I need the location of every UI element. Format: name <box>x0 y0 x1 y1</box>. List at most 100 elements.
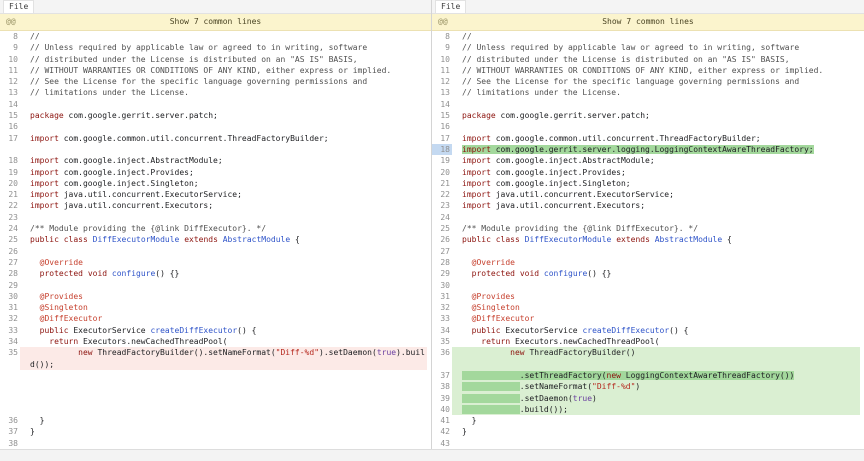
line-number[interactable]: 15 <box>0 110 20 121</box>
line-number[interactable]: 10 <box>0 54 20 65</box>
line-number[interactable]: 10 <box>432 54 452 65</box>
code-text: @DiffExecutor <box>20 313 427 324</box>
line-number[interactable]: 14 <box>432 99 452 110</box>
line-number[interactable]: 34 <box>432 325 452 336</box>
show-common-lines-button[interactable]: Show 7 common lines <box>0 14 431 30</box>
line-number[interactable]: 15 <box>432 110 452 121</box>
file-header-label[interactable]: File <box>435 0 466 13</box>
line-number[interactable]: 34 <box>0 336 20 347</box>
line-number[interactable]: 30 <box>0 291 20 302</box>
expand-context-control[interactable]: @@ Show 7 common lines <box>432 14 864 31</box>
code-line: 13// limitations under the License. <box>0 87 431 98</box>
line-number <box>0 404 20 415</box>
line-number[interactable]: 14 <box>0 99 20 110</box>
line-number[interactable]: 31 <box>432 291 452 302</box>
line-number[interactable]: 8 <box>432 31 452 42</box>
code-line: 31 @Singleton <box>0 302 431 313</box>
line-number[interactable]: 31 <box>0 302 20 313</box>
line-number[interactable]: 27 <box>432 246 452 257</box>
line-number[interactable]: 25 <box>432 223 452 234</box>
line-number[interactable]: 29 <box>432 268 452 279</box>
gutter-spacer <box>860 178 864 189</box>
line-number[interactable]: 38 <box>0 438 20 449</box>
line-number[interactable]: 28 <box>0 268 20 279</box>
code-line: 22import java.util.concurrent.Executors; <box>0 200 431 211</box>
line-number[interactable]: 16 <box>432 121 452 132</box>
line-number[interactable]: 26 <box>432 234 452 245</box>
line-number[interactable]: 12 <box>432 76 452 87</box>
line-number[interactable]: 24 <box>432 212 452 223</box>
line-number[interactable]: 32 <box>0 313 20 324</box>
line-number[interactable]: 35 <box>432 336 452 347</box>
gutter-spacer <box>427 42 431 53</box>
line-number[interactable]: 32 <box>432 302 452 313</box>
line-number[interactable]: 9 <box>0 42 20 53</box>
gutter-spacer <box>860 280 864 291</box>
code-line: 12// See the License for the specific la… <box>432 76 864 87</box>
line-number[interactable]: 41 <box>432 415 452 426</box>
line-number[interactable]: 30 <box>432 280 452 291</box>
line-number[interactable]: 17 <box>0 133 20 144</box>
line-number[interactable]: 17 <box>432 133 452 144</box>
line-number[interactable]: 40 <box>432 404 452 415</box>
line-number[interactable]: 37 <box>0 426 20 437</box>
code-text: d()); <box>20 359 427 370</box>
code-line: 30 @Provides <box>0 291 431 302</box>
line-number[interactable]: 19 <box>0 167 20 178</box>
line-number[interactable]: 36 <box>0 415 20 426</box>
line-number[interactable]: 27 <box>0 257 20 268</box>
show-common-lines-button[interactable]: Show 7 common lines <box>432 14 864 30</box>
line-number[interactable]: 24 <box>0 223 20 234</box>
line-number[interactable]: 18 <box>0 155 20 166</box>
gutter-spacer <box>860 291 864 302</box>
line-number[interactable]: 18 <box>432 144 452 155</box>
code-line: 25/** Module providing the {@link DiffEx… <box>432 223 864 234</box>
line-number[interactable]: 36 <box>432 347 452 358</box>
line-number[interactable]: 28 <box>432 257 452 268</box>
code-text: } <box>20 415 427 426</box>
line-number[interactable]: 16 <box>0 121 20 132</box>
code-line: 13// limitations under the License. <box>432 87 864 98</box>
line-number[interactable]: 8 <box>0 31 20 42</box>
code-text: import com.google.inject.AbstractModule; <box>20 155 427 166</box>
line-number[interactable]: 13 <box>0 87 20 98</box>
line-number[interactable]: 42 <box>432 426 452 437</box>
file-header-label[interactable]: File <box>3 0 34 13</box>
line-number[interactable]: 22 <box>432 189 452 200</box>
code-line: 33 @DiffExecutor <box>432 313 864 324</box>
line-number[interactable]: 11 <box>0 65 20 76</box>
gutter-spacer <box>860 31 864 42</box>
code-text: .setNameFormat("Diff-%d") <box>452 381 860 392</box>
line-number[interactable]: 23 <box>0 212 20 223</box>
line-number[interactable]: 12 <box>0 76 20 87</box>
code-text <box>20 246 427 257</box>
line-number[interactable]: 20 <box>432 167 452 178</box>
expand-context-control[interactable]: @@ Show 7 common lines <box>0 14 431 31</box>
line-number[interactable]: 43 <box>432 438 452 449</box>
line-number[interactable]: 23 <box>432 200 452 211</box>
line-number[interactable]: 20 <box>0 178 20 189</box>
code-line: 23import java.util.concurrent.Executors; <box>432 200 864 211</box>
line-number[interactable]: 19 <box>432 155 452 166</box>
line-number[interactable]: 29 <box>0 280 20 291</box>
line-number[interactable]: 13 <box>432 87 452 98</box>
gutter-spacer <box>860 155 864 166</box>
line-number[interactable]: 9 <box>432 42 452 53</box>
line-number[interactable]: 21 <box>0 189 20 200</box>
line-number[interactable]: 21 <box>432 178 452 189</box>
code-text: // <box>452 31 860 42</box>
line-number[interactable]: 39 <box>432 393 452 404</box>
line-number[interactable]: 25 <box>0 234 20 245</box>
line-number[interactable]: 33 <box>0 325 20 336</box>
code-line <box>0 144 431 155</box>
line-number[interactable]: 38 <box>432 381 452 392</box>
gutter-spacer <box>427 54 431 65</box>
gutter-spacer <box>427 415 431 426</box>
line-number[interactable]: 33 <box>432 313 452 324</box>
line-number[interactable]: 22 <box>0 200 20 211</box>
line-number[interactable]: 35 <box>0 347 20 358</box>
code-line: 18import com.google.gerrit.server.loggin… <box>432 144 864 155</box>
line-number[interactable]: 37 <box>432 370 452 381</box>
line-number[interactable]: 11 <box>432 65 452 76</box>
line-number[interactable]: 26 <box>0 246 20 257</box>
